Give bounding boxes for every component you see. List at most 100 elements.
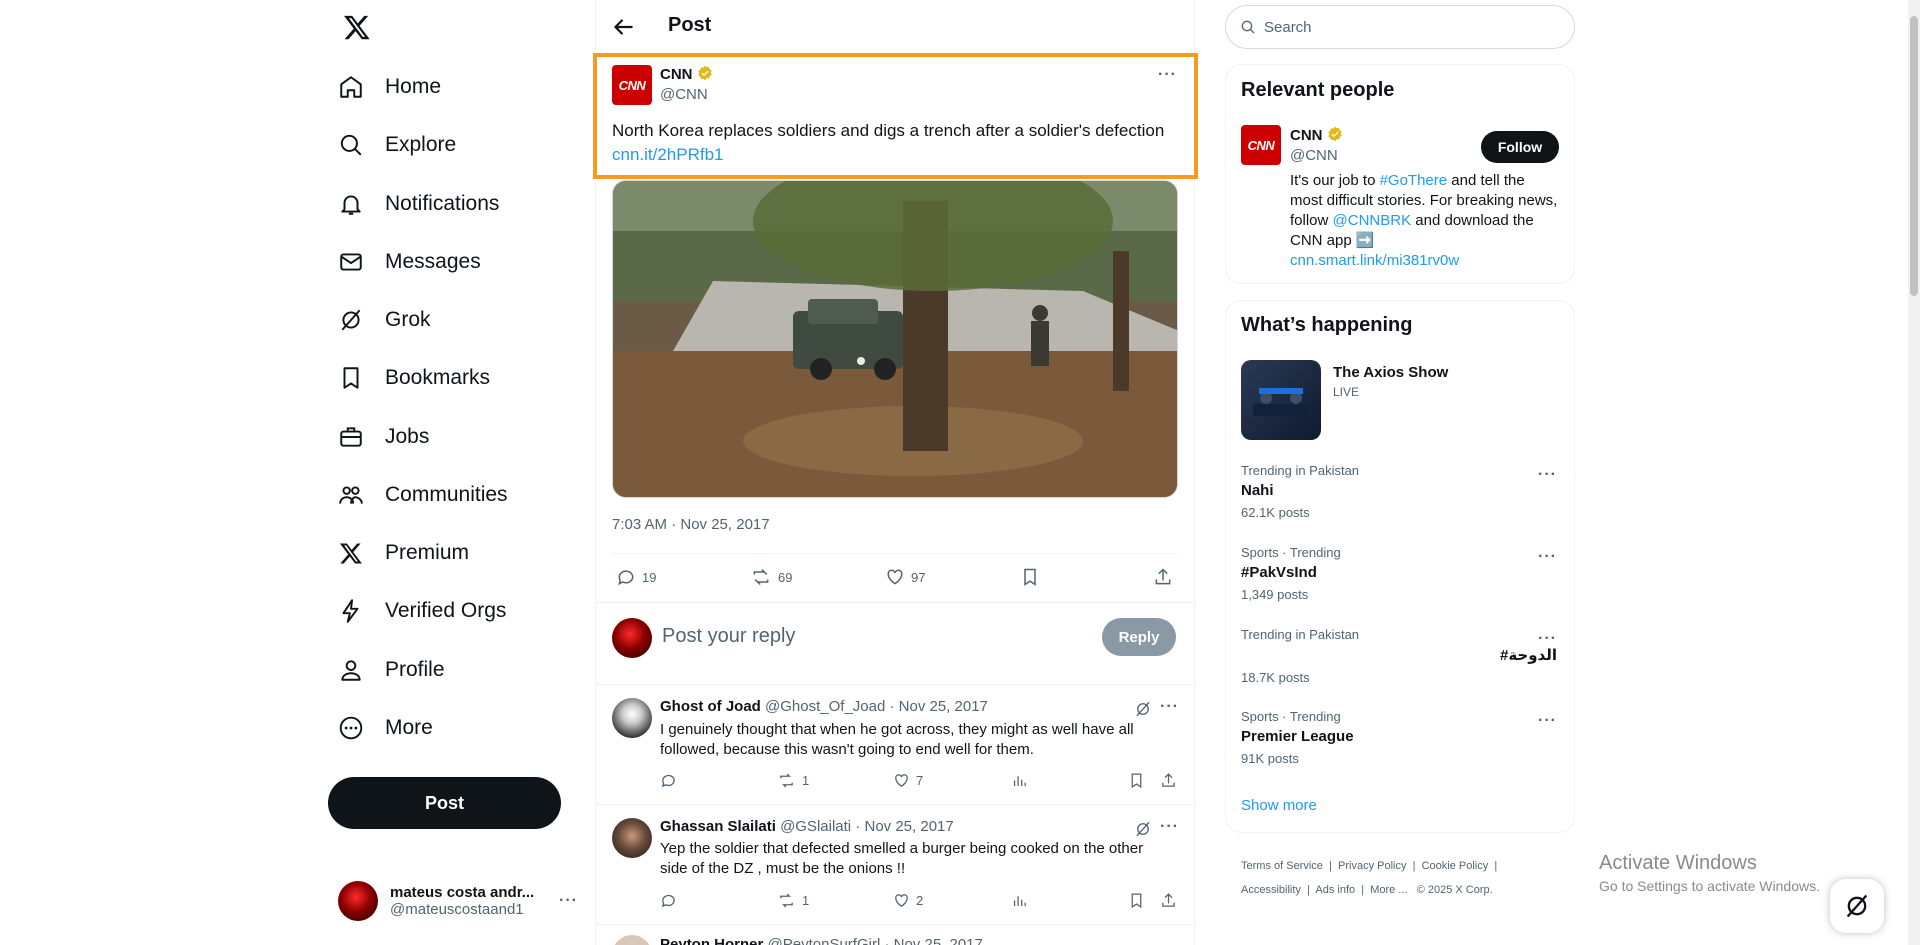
trend-item[interactable]: Trending in Pakistan #الدوحة 18.7K posts — [1241, 627, 1557, 685]
reply-comment-action[interactable] — [660, 892, 677, 909]
bookmark-action[interactable] — [1020, 567, 1040, 587]
reply-repost-action[interactable]: 1 — [777, 892, 809, 909]
nav-jobs[interactable]: Jobs — [337, 412, 429, 462]
reply-share-action[interactable] — [1160, 772, 1177, 789]
axios-show-title[interactable]: The Axios Show — [1333, 364, 1448, 381]
relevant-bio: It's our job to #GoThere and tell the mo… — [1290, 171, 1560, 271]
share-action[interactable] — [1153, 567, 1173, 587]
nav-notifications[interactable]: Notifications — [337, 179, 499, 229]
footer-accessibility[interactable]: Accessibility — [1241, 884, 1301, 896]
reply-header: Ghost of Joad @Ghost_Of_Joad · Nov 25, 2… — [660, 698, 988, 715]
nav-home[interactable]: Home — [337, 62, 441, 112]
reply-date[interactable]: · Nov 25, 2017 — [855, 818, 953, 835]
follow-button[interactable]: Follow — [1481, 131, 1559, 163]
reply-views-action[interactable] — [1011, 892, 1028, 909]
trend-more-icon[interactable]: ··· — [1538, 548, 1557, 566]
nav-verified-orgs[interactable]: Verified Orgs — [337, 586, 506, 636]
trend-count: 18.7K posts — [1241, 670, 1310, 685]
nav-more[interactable]: More — [337, 703, 433, 753]
footer-terms[interactable]: Terms of Service — [1241, 860, 1323, 872]
trend-item[interactable]: Sports · Trending #PakVsInd 1,349 posts — [1241, 545, 1561, 602]
tweet-image[interactable] — [612, 180, 1178, 498]
scrollbar-thumb[interactable] — [1910, 16, 1918, 296]
back-arrow-icon[interactable] — [610, 14, 636, 40]
reply-action[interactable]: 19 — [616, 567, 656, 587]
like-action[interactable]: 97 — [885, 567, 925, 587]
reply-name[interactable]: Ghassan Slailati — [660, 818, 776, 835]
reply-handle[interactable]: @GSlailati — [780, 818, 851, 835]
tweet-link[interactable]: cnn.it/2hPRfb1 — [612, 145, 724, 164]
reply-input[interactable]: Post your reply — [662, 625, 795, 648]
reply-date[interactable]: · Nov 25, 2017 — [889, 698, 987, 715]
bio-link[interactable]: cnn.smart.link/mi381rv0w — [1290, 251, 1560, 271]
tweet-more-icon[interactable]: ··· — [1158, 66, 1177, 84]
repost-icon — [750, 567, 772, 587]
trend-category: Sports · Trending — [1241, 709, 1341, 724]
reply-handle[interactable]: @Ghost_Of_Joad — [765, 698, 885, 715]
reply-name[interactable]: Ghost of Joad — [660, 698, 761, 715]
trend-more-icon[interactable]: ··· — [1538, 466, 1557, 484]
analytics-icon — [1011, 772, 1028, 789]
reply-button[interactable]: Reply — [1102, 618, 1176, 656]
account-switcher[interactable]: mateus costa andr... @mateuscostaand1 ··… — [338, 878, 578, 924]
grok-icon[interactable] — [1134, 820, 1152, 838]
reply-more-icon[interactable]: ··· — [1160, 698, 1179, 716]
search-box[interactable]: Search — [1225, 5, 1575, 49]
relevant-handle[interactable]: @CNN — [1290, 147, 1338, 164]
footer-privacy[interactable]: Privacy Policy — [1338, 860, 1406, 872]
reply-avatar-ghost[interactable] — [612, 698, 652, 738]
grok-floating-button[interactable] — [1830, 879, 1884, 933]
reply-name[interactable]: Peyton Horner — [660, 936, 763, 945]
nav-profile[interactable]: Profile — [337, 645, 445, 695]
x-logo-icon[interactable] — [340, 10, 374, 44]
reply-like-action[interactable]: 2 — [893, 892, 923, 909]
bookmark-icon — [1128, 892, 1145, 909]
bio-mention[interactable]: @CNNBRK — [1333, 212, 1412, 229]
repost-count: 69 — [778, 569, 793, 585]
cnn-avatar[interactable]: CNN — [612, 65, 652, 105]
nav-communities[interactable]: Communities — [337, 470, 508, 520]
cnn-avatar[interactable]: CNN — [1241, 125, 1281, 165]
reply-more-icon[interactable]: ··· — [1160, 818, 1179, 836]
reply-date[interactable]: · Nov 25, 2017 — [884, 936, 982, 945]
reply-comment-action[interactable] — [660, 772, 677, 789]
nav-messages[interactable]: Messages — [337, 237, 481, 287]
footer-cookie[interactable]: Cookie Policy — [1422, 860, 1489, 872]
reply-avatar-ghassan[interactable] — [612, 818, 652, 858]
reply-bookmark-action[interactable] — [1128, 892, 1145, 909]
post-button[interactable]: Post — [328, 777, 561, 829]
relevant-name[interactable]: CNN — [1290, 127, 1323, 144]
trend-more-icon[interactable]: ··· — [1538, 712, 1557, 730]
reply-like-count: 7 — [916, 773, 924, 788]
trend-item[interactable]: Sports · Trending Premier League 91K pos… — [1241, 709, 1561, 766]
heart-icon — [893, 772, 910, 789]
trend-name: #PakVsInd — [1241, 564, 1317, 581]
reply-share-action[interactable] — [1160, 892, 1177, 909]
show-more-link[interactable]: Show more — [1241, 797, 1317, 814]
nav-explore[interactable]: Explore — [337, 120, 456, 170]
nav-label-bookmarks: Bookmarks — [385, 366, 491, 389]
tweet-author-name[interactable]: CNN — [660, 66, 693, 83]
axios-show-status: LIVE — [1333, 385, 1360, 399]
reply-like-action[interactable]: 7 — [893, 772, 923, 789]
reply-repost-action[interactable]: 1 — [777, 772, 809, 789]
reply-handle[interactable]: @PeytonSurfGirl — [768, 936, 881, 945]
reply-bookmark-action[interactable] — [1128, 772, 1145, 789]
footer-ads[interactable]: Ads info — [1315, 884, 1355, 896]
tweet-author-handle[interactable]: @CNN — [660, 86, 708, 103]
trend-more-icon[interactable]: ··· — [1538, 630, 1557, 648]
grok-icon[interactable] — [1134, 700, 1152, 718]
reply-views-action[interactable] — [1011, 772, 1028, 789]
repost-action[interactable]: 69 — [750, 567, 792, 587]
comment-icon — [660, 772, 677, 789]
bio-hashtag[interactable]: #GoThere — [1380, 172, 1448, 189]
tweet-timestamp[interactable]: 7:03 AM · Nov 25, 2017 — [612, 516, 770, 533]
nav-grok[interactable]: Grok — [337, 295, 431, 345]
search-input[interactable]: Search — [1264, 19, 1312, 36]
footer-more[interactable]: More ... — [1370, 884, 1407, 896]
nav-bookmarks[interactable]: Bookmarks — [337, 353, 490, 403]
heart-icon — [885, 567, 905, 587]
trend-item[interactable]: Trending in Pakistan Nahi 62.1K posts — [1241, 463, 1561, 520]
axios-show-thumbnail[interactable] — [1241, 360, 1321, 440]
nav-premium[interactable]: Premium — [337, 528, 469, 578]
